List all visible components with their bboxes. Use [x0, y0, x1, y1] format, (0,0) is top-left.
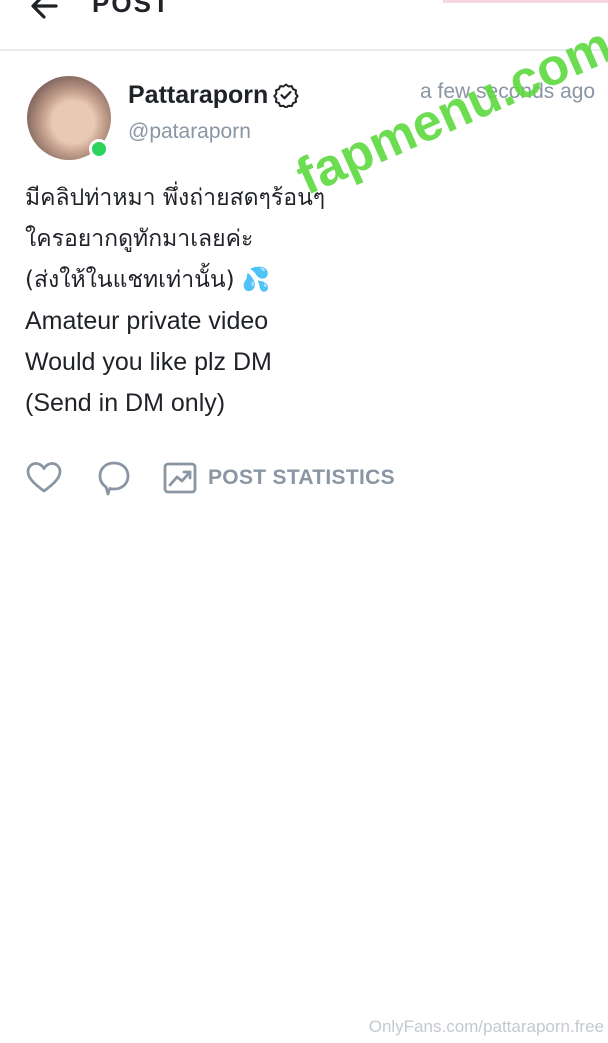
post-text-line: Amateur private video	[25, 307, 269, 335]
footer-credit: OnlyFans.com/pattaraporn.free	[368, 1017, 604, 1036]
like-button[interactable]	[24, 458, 64, 498]
author-name-row: Pattaraporn	[128, 78, 299, 112]
post-text-line: (ส่งให้ในแชทเท่านั้น) 💦	[25, 267, 271, 293]
arrow-left-icon[interactable]	[26, 0, 66, 26]
post-statistics-label: POST STATISTICS	[208, 466, 395, 489]
post-text-line: Would you like plz DM	[25, 348, 272, 376]
avatar[interactable]	[27, 76, 111, 160]
post-body: มีคลิปท่าหมา พึ่งถ่ายสดๆร้อนๆ ใครอยากดูท…	[25, 178, 585, 424]
top-bar: POST	[0, 0, 608, 51]
author-display-name[interactable]: Pattaraporn	[128, 81, 268, 110]
post-actions: POST STATISTICS	[24, 456, 395, 500]
post-statistics-button[interactable]: POST STATISTICS	[162, 460, 395, 496]
author-username[interactable]: @pataraporn	[128, 120, 251, 144]
chart-icon	[163, 462, 197, 494]
comment-icon[interactable]	[94, 458, 134, 498]
heart-icon[interactable]	[24, 458, 64, 498]
post-text-line: (Send in DM only)	[25, 389, 226, 417]
verified-badge-icon	[273, 83, 299, 108]
online-status-dot	[89, 139, 109, 159]
comment-button[interactable]	[64, 458, 134, 498]
page-title: POST	[92, 0, 171, 18]
post-text-line: ใครอยากดูทักมาเลยค่ะ	[25, 226, 254, 252]
header-accent	[443, 0, 608, 3]
